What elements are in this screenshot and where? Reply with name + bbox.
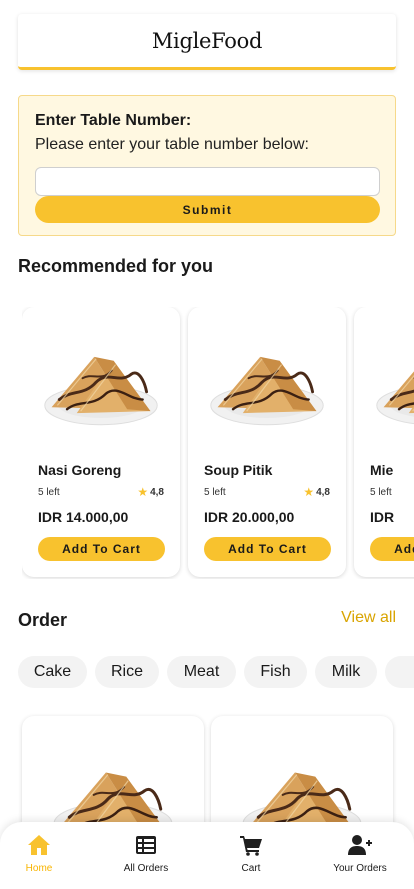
list-icon: [136, 836, 156, 854]
rating-value: 4,8: [150, 486, 164, 498]
category-chip-rice[interactable]: Rice: [95, 656, 159, 688]
nav-label: Your Orders: [333, 863, 387, 874]
nav-all-orders[interactable]: All Orders: [101, 834, 191, 884]
recommended-card[interactable]: Nasi Goreng 5 left ★ 4,8 IDR 14.000,00 A…: [22, 307, 180, 577]
nav-label: All Orders: [123, 863, 169, 874]
add-to-cart-button[interactable]: Add To Cart: [38, 537, 165, 561]
food-image: [370, 331, 414, 439]
recommended-carousel[interactable]: Nasi Goreng 5 left ★ 4,8 IDR 14.000,00 A…: [22, 307, 414, 579]
recommended-title: Recommended for you: [18, 256, 214, 276]
category-chip-cake[interactable]: Cake: [18, 656, 87, 688]
food-name: Mie: [370, 462, 394, 478]
order-title: Order: [18, 610, 68, 630]
category-chip-milk[interactable]: Milk: [315, 656, 377, 688]
bottom-navigation: Home All Orders Cart Your Orders: [0, 822, 414, 889]
app-header: MigleFood: [18, 14, 396, 70]
add-to-cart-button[interactable]: Add To Cart: [370, 537, 414, 561]
category-chip-more[interactable]: [385, 656, 414, 688]
rating-value: 4,8: [316, 486, 330, 498]
table-number-title: Enter Table Number:: [35, 112, 192, 129]
food-image: [204, 331, 330, 439]
stock-label: 5 left: [370, 487, 392, 498]
price-label: IDR 14.000,00: [38, 509, 129, 525]
nav-label: Cart: [241, 863, 261, 874]
category-chip-fish[interactable]: Fish: [244, 656, 307, 688]
food-image: [38, 331, 164, 439]
recommended-card[interactable]: Mie 5 left IDR Add To Cart: [354, 307, 414, 577]
rating: ★ 4,8: [303, 485, 330, 499]
stock-label: 5 left: [38, 487, 60, 498]
star-icon: ★: [303, 485, 315, 499]
brand-logo: MigleFood: [151, 28, 263, 53]
view-all-link[interactable]: View all: [341, 609, 396, 627]
category-chip-meat[interactable]: Meat: [167, 656, 236, 688]
category-chips: Cake Rice Meat Fish Milk: [18, 656, 414, 688]
user-plus-icon: [348, 835, 372, 855]
cart-icon: [240, 836, 262, 856]
table-number-panel: Enter Table Number: Please enter your ta…: [18, 95, 396, 236]
add-to-cart-button[interactable]: Add To Cart: [204, 537, 331, 561]
price-label: IDR 20.000,00: [204, 509, 295, 525]
recommended-card[interactable]: Soup Pitik 5 left ★ 4,8 IDR 20.000,00 Ad…: [188, 307, 346, 577]
food-name: Soup Pitik: [204, 462, 273, 478]
nav-cart[interactable]: Cart: [206, 834, 296, 884]
table-number-instructions: Please enter your table number below:: [35, 136, 309, 153]
table-number-input[interactable]: [35, 167, 380, 196]
nav-home[interactable]: Home: [0, 834, 84, 884]
nav-your-orders[interactable]: Your Orders: [315, 834, 405, 884]
nav-label: Home: [25, 863, 53, 874]
home-icon: [28, 835, 50, 855]
price-label: IDR: [370, 509, 395, 525]
stock-label: 5 left: [204, 487, 226, 498]
star-icon: ★: [137, 485, 149, 499]
submit-button[interactable]: Submit: [35, 196, 380, 223]
food-name: Nasi Goreng: [38, 462, 122, 478]
rating: ★ 4,8: [137, 485, 164, 499]
